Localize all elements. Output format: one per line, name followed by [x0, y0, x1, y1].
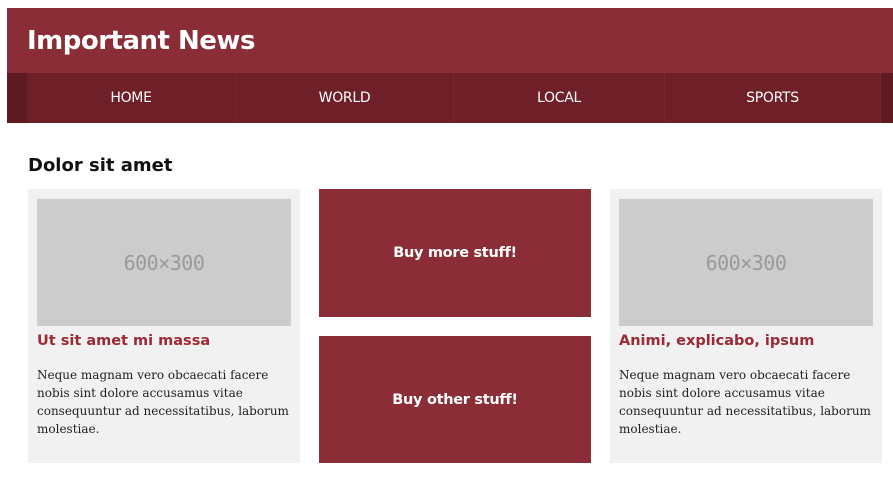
site-header: Important News HOME WORLD LOCAL SPORTS — [7, 8, 893, 123]
article-excerpt: Neque magnam vero obcaecati facere nobis… — [37, 368, 289, 436]
ad-buy-other-stuff[interactable]: Buy other stuff! — [319, 336, 591, 463]
article-card: 600×300 Animi, explicabo, ipsum Neque ma… — [610, 189, 882, 463]
nav-item-sports[interactable]: SPORTS — [665, 73, 881, 123]
article-excerpt: Neque magnam vero obcaecati facere nobis… — [619, 368, 871, 436]
nav-item-world[interactable]: WORLD — [236, 73, 454, 123]
section-title: Dolor sit amet — [28, 155, 173, 176]
article-title[interactable]: Ut sit amet mi massa — [37, 331, 210, 351]
ad-buy-more-stuff[interactable]: Buy more stuff! — [319, 189, 591, 317]
nav-item-home[interactable]: HOME — [27, 73, 236, 123]
nav-edge-left — [7, 73, 27, 123]
article-image-placeholder: 600×300 — [37, 199, 291, 326]
main-nav: HOME WORLD LOCAL SPORTS — [7, 73, 893, 123]
article-card: 600×300 Ut sit amet mi massa Neque magna… — [28, 189, 300, 463]
site-title: Important News — [27, 26, 255, 56]
nav-item-local[interactable]: LOCAL — [454, 73, 665, 123]
nav-edge-right — [881, 73, 893, 123]
article-image-placeholder: 600×300 — [619, 199, 873, 326]
article-title[interactable]: Animi, explicabo, ipsum — [619, 331, 814, 351]
